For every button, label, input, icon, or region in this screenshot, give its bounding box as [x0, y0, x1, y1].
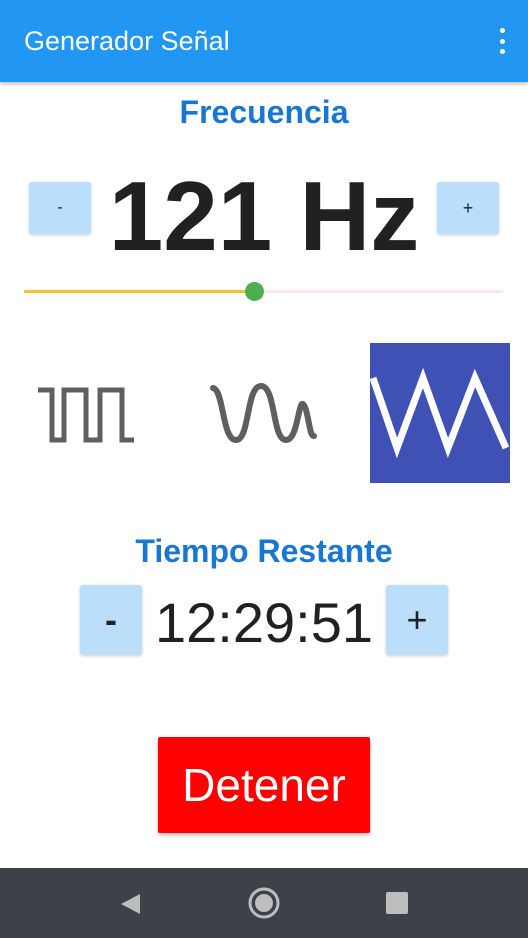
app-title: Generador Señal	[24, 26, 230, 56]
home-icon[interactable]	[247, 886, 281, 920]
recents-icon[interactable]	[386, 892, 408, 914]
square-wave-icon[interactable]	[36, 380, 138, 446]
frequency-value: 121 Hz	[108, 161, 420, 271]
navigation-bar	[0, 868, 528, 938]
frequency-increment-button[interactable]: +	[437, 182, 499, 234]
app-bar: Generador Señal	[0, 0, 528, 82]
more-vert-icon[interactable]	[498, 28, 506, 54]
frequency-decrement-button[interactable]: -	[29, 182, 91, 234]
back-icon[interactable]	[118, 892, 142, 916]
timer-decrement-button[interactable]: -	[80, 585, 142, 655]
stop-button[interactable]: Detener	[158, 737, 370, 833]
timer-heading: Tiempo Restante	[135, 533, 393, 569]
slider-fill	[24, 290, 254, 293]
timer-increment-button[interactable]: +	[386, 585, 448, 655]
triangle-wave-icon[interactable]	[370, 343, 510, 483]
frequency-heading: Frecuencia	[179, 94, 349, 130]
timer-value: 12:29:51	[155, 591, 373, 654]
frequency-slider[interactable]	[24, 282, 503, 301]
slider-thumb[interactable]	[244, 282, 264, 301]
sine-wave-icon[interactable]	[206, 380, 318, 446]
